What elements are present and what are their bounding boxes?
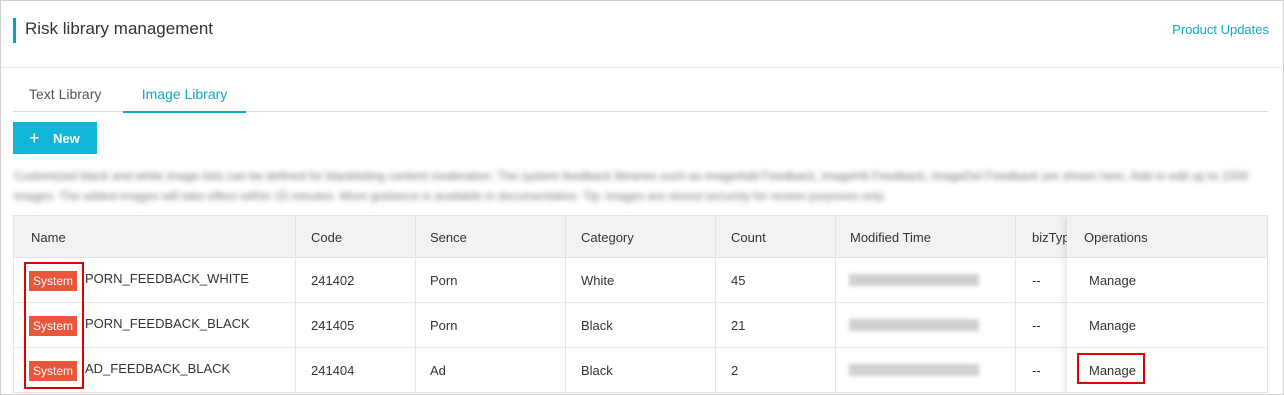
tab-image-library[interactable]: Image Library bbox=[123, 86, 246, 113]
library-count: 2 bbox=[731, 363, 739, 378]
library-sence: Ad bbox=[430, 363, 446, 378]
column-header-sence: Sence bbox=[430, 230, 467, 245]
column-header-category: Category bbox=[581, 230, 634, 245]
page-header: Risk library management Product Updates bbox=[1, 1, 1282, 68]
manage-link[interactable]: Manage bbox=[1089, 318, 1136, 333]
title-accent-bar bbox=[13, 18, 16, 43]
library-code: 241405 bbox=[311, 318, 355, 333]
new-button-label: New bbox=[53, 131, 80, 146]
column-header-operations: Operations bbox=[1084, 230, 1148, 245]
column-header-biztype: bizTyp bbox=[1032, 230, 1070, 245]
library-count: 45 bbox=[731, 273, 746, 288]
library-name: PORN_FEEDBACK_BLACK bbox=[85, 316, 250, 331]
library-biztype: -- bbox=[1032, 273, 1041, 288]
modified-time-redacted bbox=[849, 364, 979, 376]
library-code: 241404 bbox=[311, 363, 355, 378]
system-badges-highlight bbox=[24, 262, 84, 389]
library-category: White bbox=[581, 273, 615, 288]
plus-icon: + bbox=[29, 128, 40, 148]
column-header-name: Name bbox=[31, 230, 66, 245]
library-count: 21 bbox=[731, 318, 746, 333]
library-name: AD_FEEDBACK_BLACK bbox=[85, 361, 231, 376]
operation-cell: Manage bbox=[1067, 303, 1267, 348]
library-tabs: Text Library Image Library bbox=[13, 82, 1268, 113]
modified-time-redacted bbox=[849, 319, 979, 331]
library-biztype: -- bbox=[1032, 363, 1041, 378]
library-category: Black bbox=[581, 363, 613, 378]
page-title: Risk library management bbox=[25, 19, 214, 38]
library-code: 241402 bbox=[311, 273, 355, 288]
product-updates-link[interactable]: Product Updates bbox=[1172, 22, 1269, 37]
manage-link[interactable]: Manage bbox=[1089, 273, 1136, 288]
manage-highlight bbox=[1077, 353, 1145, 384]
tab-text-library[interactable]: Text Library bbox=[29, 86, 101, 112]
library-biztype: -- bbox=[1032, 318, 1041, 333]
operation-cell: Manage bbox=[1067, 258, 1267, 303]
new-button[interactable]: + New bbox=[13, 122, 97, 154]
library-description: Customized black and white image lists c… bbox=[14, 169, 1249, 203]
modified-time-redacted bbox=[849, 274, 979, 286]
column-header-code: Code bbox=[311, 230, 343, 245]
library-sence: Porn bbox=[430, 273, 458, 288]
library-name: PORN_FEEDBACK_WHITE bbox=[85, 271, 249, 286]
column-header-modified-time: Modified Time bbox=[850, 230, 931, 245]
operations-header: Operations bbox=[1067, 216, 1267, 258]
column-header-count: Count bbox=[731, 230, 766, 245]
library-category: Black bbox=[581, 318, 613, 333]
library-sence: Porn bbox=[430, 318, 458, 333]
